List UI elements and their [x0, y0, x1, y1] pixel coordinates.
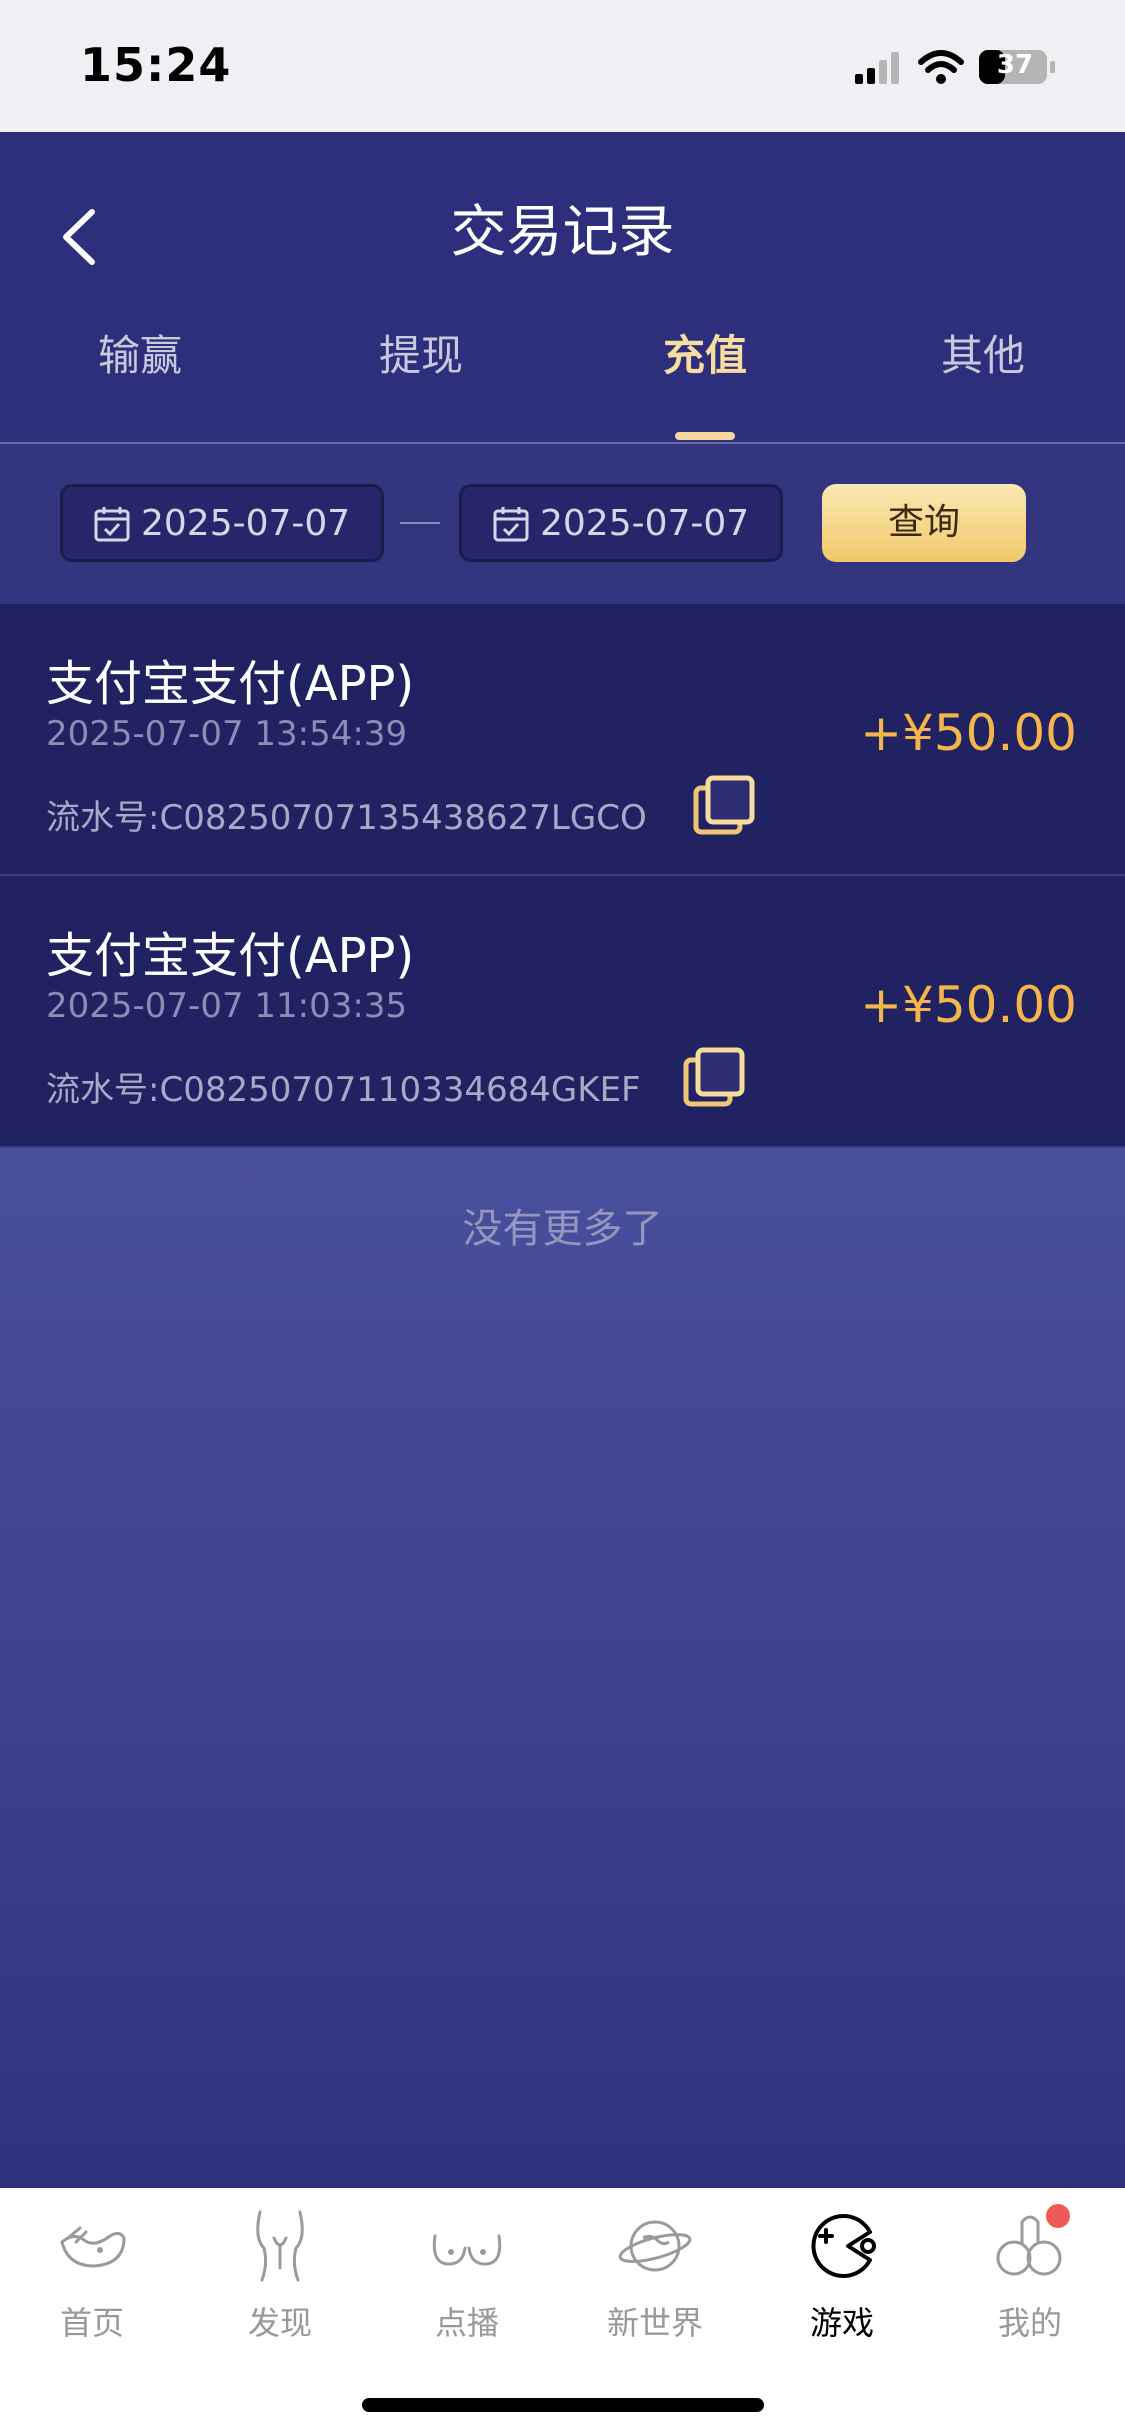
calendar-icon	[94, 507, 130, 542]
query-button[interactable]: 查询	[822, 484, 1026, 562]
tab-other[interactable]: 其他	[883, 322, 1083, 383]
tabbar-label: 首页	[59, 2304, 124, 2342]
tabbar-label: 游戏	[809, 2304, 874, 2342]
active-tab-indicator	[675, 432, 735, 440]
home-indicator	[362, 2398, 764, 2412]
copy-button[interactable]	[682, 1046, 746, 1110]
record-time: 2025-07-07 11:03:35	[46, 986, 408, 1026]
copy-icon	[693, 775, 755, 835]
record-serial-number: 流水号:C08250707135438627LGCO	[46, 798, 647, 838]
game-icon	[811, 2214, 876, 2278]
signal-wifi-battery-icon	[855, 50, 1055, 84]
status-time: 15:24	[80, 38, 232, 92]
record-time: 2025-07-07 13:54:39	[46, 714, 408, 754]
tabbar-label: 我的	[997, 2304, 1062, 2342]
home-icon	[60, 2226, 126, 2268]
record-title: 支付宝支付(APP)	[46, 928, 415, 984]
planet-icon	[618, 2220, 692, 2272]
tab-withdraw[interactable]: 提现	[321, 322, 521, 383]
tabbar-item-game[interactable]: 游戏	[767, 2208, 917, 2348]
discover-icon	[256, 2210, 304, 2282]
tabbar-item-profile[interactable]: 我的	[955, 2208, 1105, 2348]
end-date-value: 2025-07-07	[540, 503, 750, 544]
tabbar-item-new-world[interactable]: 新世界	[580, 2208, 730, 2348]
date-range-separator	[400, 522, 440, 524]
tabbar-item-home[interactable]: 首页	[17, 2208, 167, 2348]
tab-recharge[interactable]: 充值	[605, 322, 805, 383]
list-empty-area: 没有更多了	[0, 1148, 1125, 2188]
battery-level: 37	[996, 50, 1034, 80]
record-type-tabs: 输赢 提现 充值 其他	[0, 322, 1125, 402]
status-icons: 37	[855, 48, 1085, 88]
tabbar-label: 发现	[247, 2304, 312, 2342]
calendar-icon	[493, 507, 529, 542]
list-item: 支付宝支付(APP) 2025-07-07 11:03:35 流水号:C0825…	[0, 876, 1125, 1148]
record-amount: +¥50.00	[860, 704, 1077, 762]
end-date-field[interactable]: 2025-07-07	[459, 484, 783, 562]
date-filter-bar: 2025-07-07 2025-07-07 查询	[0, 444, 1125, 604]
record-amount: +¥50.00	[860, 976, 1077, 1034]
start-date-value: 2025-07-07	[141, 503, 351, 544]
transaction-records-page: 15:24 37 交易记录 输赢 提现 充值 其他 2025-07-07 202…	[0, 0, 1125, 2436]
vod-icon	[432, 2234, 502, 2266]
record-title: 支付宝支付(APP)	[46, 656, 415, 712]
transaction-list: 支付宝支付(APP) 2025-07-07 13:54:39 流水号:C0825…	[0, 604, 1125, 1148]
record-serial-number: 流水号:C08250707110334684GKEF	[46, 1070, 641, 1110]
tabbar-label: 点播	[434, 2304, 499, 2342]
tab-win-loss[interactable]: 输赢	[40, 322, 240, 383]
status-bar: 15:24 37	[0, 0, 1125, 132]
tabbar-label: 新世界	[606, 2304, 703, 2342]
page-title: 交易记录	[450, 200, 675, 265]
list-item: 支付宝支付(APP) 2025-07-07 13:54:39 流水号:C0825…	[0, 604, 1125, 876]
no-more-text: 没有更多了	[462, 1206, 663, 1252]
header: 交易记录 输赢 提现 充值 其他	[0, 132, 1125, 445]
copy-button[interactable]	[692, 774, 756, 838]
tabbar-item-vod[interactable]: 点播	[392, 2208, 542, 2348]
notification-badge	[1046, 2204, 1070, 2228]
start-date-field[interactable]: 2025-07-07	[60, 484, 384, 562]
copy-icon	[683, 1047, 745, 1107]
tabbar-item-discover[interactable]: 发现	[205, 2208, 355, 2348]
